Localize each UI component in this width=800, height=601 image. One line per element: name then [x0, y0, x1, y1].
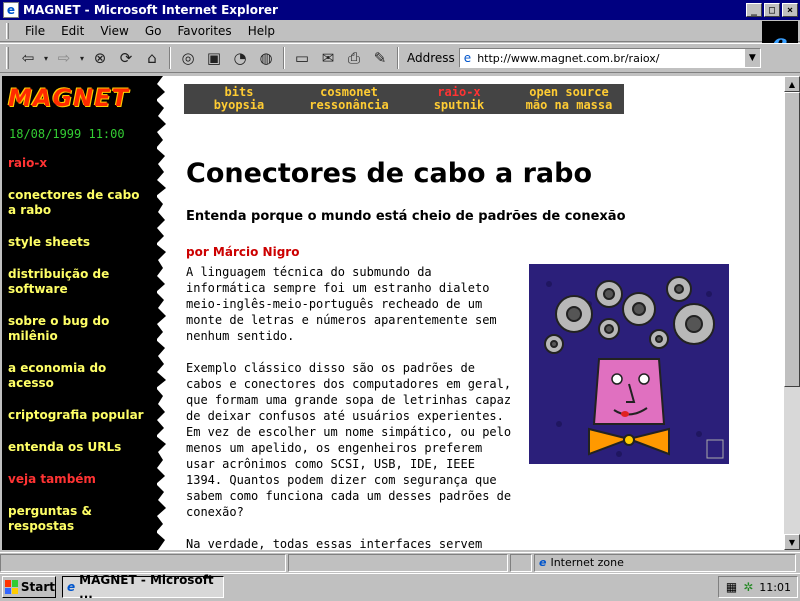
- maximize-button[interactable]: □: [764, 3, 780, 17]
- vertical-scrollbar[interactable]: ▲ ▼: [784, 76, 800, 550]
- title-bar: e MAGNET - Microsoft Internet Explorer _…: [0, 0, 800, 20]
- status-message: [0, 553, 286, 572]
- sidebar: MAGNET 18/08/1999 11:00 raio-x conectore…: [2, 76, 166, 550]
- sidebar-jagged-edge: [153, 76, 166, 550]
- sidebar-item-style-sheets[interactable]: style sheets: [8, 235, 148, 250]
- scroll-down-icon[interactable]: ▼: [784, 534, 800, 550]
- history-icon[interactable]: ◔: [227, 46, 253, 70]
- status-zone: e Internet zone: [534, 553, 796, 572]
- clock[interactable]: 11:01: [759, 581, 791, 594]
- sidebar-item-bug-milenio[interactable]: sobre o bug do milênio: [8, 314, 148, 344]
- article-title: Conectores de cabo a rabo: [186, 158, 593, 189]
- address-label: Address: [407, 51, 455, 65]
- illustration-svg: [529, 264, 729, 464]
- address-bar[interactable]: e http://www.magnet.com.br/raiox/ ▼: [458, 48, 761, 68]
- print-icon[interactable]: ⎙: [341, 46, 367, 70]
- stop-icon[interactable]: ⊗: [87, 46, 113, 70]
- favorites-icon[interactable]: ▣: [201, 46, 227, 70]
- window-title: MAGNET - Microsoft Internet Explorer: [23, 3, 278, 17]
- sidebar-item-urls[interactable]: entenda os URLs: [8, 440, 148, 455]
- address-url[interactable]: http://www.magnet.com.br/raiox/: [477, 52, 744, 65]
- network-tray-icon[interactable]: ▦: [726, 580, 737, 594]
- sidebar-item-economia[interactable]: a economia do acesso: [8, 361, 148, 391]
- channels-icon[interactable]: ◍: [253, 46, 279, 70]
- section-cosmonet[interactable]: cosmonet ressonância: [294, 84, 404, 114]
- page-viewport: MAGNET 18/08/1999 11:00 raio-x conectore…: [2, 76, 784, 550]
- sidebar-item-perguntas[interactable]: perguntas & respostas: [8, 504, 148, 534]
- start-label: Start: [20, 580, 55, 594]
- menu-bar: File Edit View Go Favorites Help: [0, 20, 800, 42]
- status-lock: [510, 553, 532, 572]
- back-dropdown-icon[interactable]: ▾: [41, 46, 51, 70]
- mail-icon[interactable]: ✉: [315, 46, 341, 70]
- page-icon: e: [463, 51, 472, 65]
- section-nav: bits byopsia cosmonet ressonância raio-x…: [184, 84, 624, 114]
- system-tray: ▦ ✲ 11:01: [718, 576, 798, 598]
- close-button[interactable]: ×: [782, 3, 798, 17]
- section-bits[interactable]: bits byopsia: [184, 84, 294, 114]
- back-icon[interactable]: ⇦: [15, 46, 41, 70]
- ie-app-icon[interactable]: e: [3, 2, 19, 18]
- section-open-source[interactable]: open source mão na massa: [514, 84, 624, 114]
- minimize-button[interactable]: _: [746, 3, 762, 17]
- article-paragraph: Na verdade, todas essas interfaces serve…: [186, 537, 483, 550]
- sidebar-item-distribuicao[interactable]: distribuição de software: [8, 267, 148, 297]
- toolbar-separator: [397, 47, 399, 69]
- sidebar-item-raio-x[interactable]: raio-x: [8, 156, 148, 171]
- section-label[interactable]: sputnik: [404, 99, 514, 112]
- search-icon[interactable]: ◎: [175, 46, 201, 70]
- menu-grip[interactable]: [6, 22, 9, 39]
- security-tray-icon[interactable]: ✲: [743, 580, 753, 594]
- menu-help[interactable]: Help: [240, 24, 283, 38]
- fullscreen-icon[interactable]: ▭: [289, 46, 315, 70]
- taskbar: Start e MAGNET - Microsoft ... ▦ ✲ 11:01: [0, 573, 800, 601]
- section-label[interactable]: byopsia: [184, 99, 294, 112]
- menu-view[interactable]: View: [92, 24, 136, 38]
- toolbar: ⇦ ▾ ⇨ ▾ ⊗ ⟳ ⌂ ◎ ▣ ◔ ◍ ▭ ✉ ⎙ ✎ Address e …: [0, 43, 800, 73]
- edit-icon[interactable]: ✎: [367, 46, 393, 70]
- status-progress: [288, 553, 508, 572]
- article-author[interactable]: por Márcio Nigro: [186, 245, 299, 259]
- task-label: MAGNET - Microsoft ...: [79, 573, 214, 601]
- article-subtitle: Entenda porque o mundo está cheio de pad…: [186, 209, 626, 224]
- article-body: A linguagem técnica do submundo da infor…: [186, 264, 516, 550]
- toolbar-separator: [169, 47, 171, 69]
- magnet-logo[interactable]: MAGNET: [8, 84, 129, 112]
- toolbar-separator: [283, 47, 285, 69]
- sidebar-item-veja-tambem[interactable]: veja também: [8, 472, 148, 487]
- sidebar-item-criptografia[interactable]: criptografia popular: [8, 408, 148, 423]
- ie-task-icon: e: [67, 580, 76, 594]
- toolbar-grip[interactable]: [6, 47, 9, 69]
- start-button[interactable]: Start: [2, 576, 56, 598]
- windows-logo-icon: [5, 580, 18, 594]
- taskbar-ie-window[interactable]: e MAGNET - Microsoft ...: [62, 573, 224, 601]
- menu-edit[interactable]: Edit: [53, 24, 92, 38]
- section-label[interactable]: ressonância: [294, 99, 404, 112]
- menu-go[interactable]: Go: [137, 24, 170, 38]
- forward-dropdown-icon[interactable]: ▾: [77, 46, 87, 70]
- sidebar-nav: raio-x conectores de cabo a rabo style s…: [8, 156, 148, 550]
- section-label[interactable]: mão na massa: [514, 99, 624, 112]
- date-time: 18/08/1999 11:00: [9, 127, 125, 141]
- refresh-icon[interactable]: ⟳: [113, 46, 139, 70]
- internet-zone-icon: e: [539, 556, 547, 569]
- forward-icon[interactable]: ⇨: [51, 46, 77, 70]
- section-raio-x[interactable]: raio-x sputnik: [404, 84, 514, 114]
- menu-favorites[interactable]: Favorites: [169, 24, 239, 38]
- article-paragraph: A linguagem técnica do submundo da infor…: [186, 265, 497, 343]
- scroll-up-icon[interactable]: ▲: [784, 76, 800, 92]
- menu-file[interactable]: File: [17, 24, 53, 38]
- article-paragraph: Exemplo clássico disso são os padrões de…: [186, 361, 512, 519]
- home-icon[interactable]: ⌂: [139, 46, 165, 70]
- status-bar: e Internet zone: [0, 552, 800, 572]
- gears-head-illustration: [529, 264, 729, 464]
- sidebar-item-conectores[interactable]: conectores de cabo a rabo: [8, 188, 148, 218]
- zone-label: Internet zone: [550, 556, 624, 569]
- scroll-thumb[interactable]: [784, 92, 800, 387]
- address-dropdown-icon[interactable]: ▼: [743, 49, 760, 67]
